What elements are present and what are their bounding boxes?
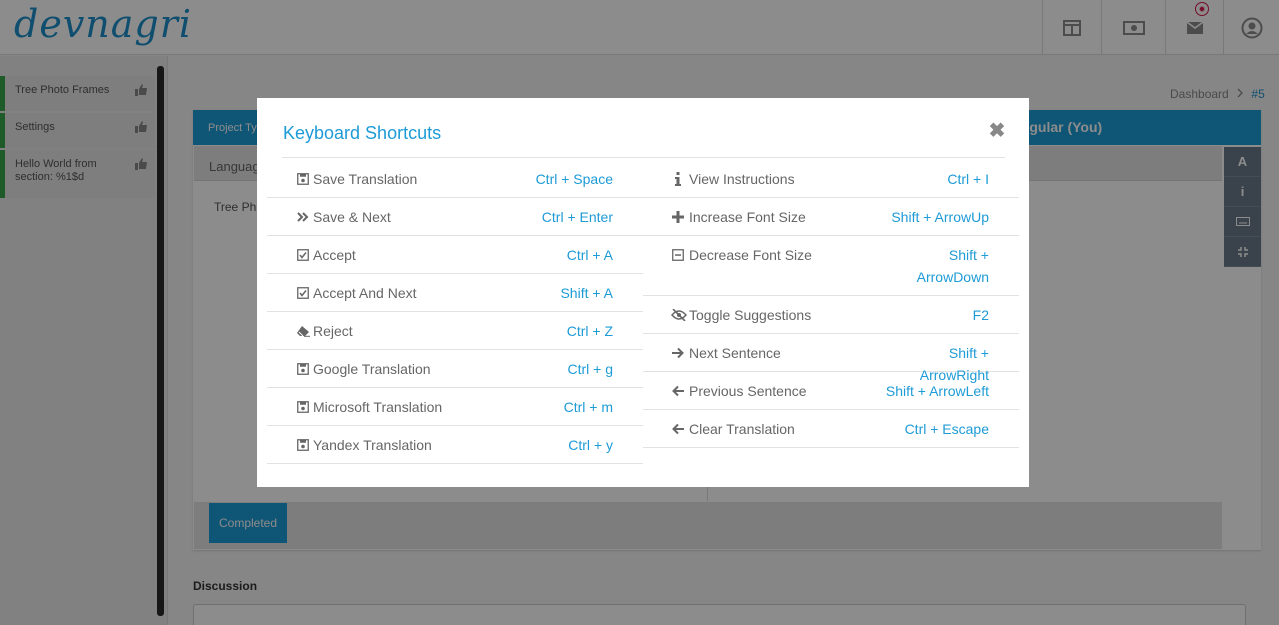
check-square-icon: [296, 285, 310, 301]
shortcut-key: Shift + ArrowUp: [891, 209, 989, 225]
shortcut-key: Ctrl + Z: [566, 323, 613, 339]
save-icon: [296, 399, 310, 415]
shortcut-label: Toggle Suggestions: [689, 307, 812, 323]
shortcut-key: Shift + ArrowDown: [916, 247, 989, 285]
shortcut-label: Decrease Font Size: [689, 247, 812, 263]
plus-icon: [671, 209, 685, 225]
shortcut-key: Ctrl + I: [947, 171, 989, 187]
shortcut-row: Next Sentence Shift + ArrowRight: [643, 334, 1019, 383]
shortcut-label: Clear Translation: [689, 421, 795, 437]
shortcut-label: Next Sentence: [689, 345, 781, 361]
arrow-left-icon: [671, 383, 685, 399]
shortcut-label: Previous Sentence: [689, 383, 807, 399]
keyboard-shortcuts-modal: Keyboard Shortcuts ✖ Save Translation Ct…: [257, 98, 1029, 487]
shortcut-row: Decrease Font Size Shift + ArrowDown: [643, 236, 1019, 296]
shortcut-key: Ctrl + Enter: [541, 209, 613, 225]
check-square-icon: [296, 247, 310, 263]
shortcut-row: Previous Sentence Shift + ArrowLeft: [643, 372, 1019, 410]
shortcut-row: Yandex Translation Ctrl + y: [267, 426, 643, 464]
save-icon: [296, 171, 310, 187]
shortcut-row: Increase Font Size Shift + ArrowUp: [643, 198, 1019, 236]
shortcut-key: F2: [972, 307, 989, 323]
shortcut-row: Save & Next Ctrl + Enter: [267, 198, 643, 236]
shortcut-row: Accept And Next Shift + A: [267, 274, 643, 312]
modal-title: Keyboard Shortcuts: [283, 123, 442, 143]
shortcut-row: Reject Ctrl + Z: [267, 312, 643, 350]
title-divider: [282, 157, 1005, 158]
save-icon: [296, 361, 310, 377]
shortcut-key: Ctrl + m: [563, 399, 613, 415]
shortcut-key: Ctrl + y: [568, 437, 613, 453]
shortcut-row: Save Translation Ctrl + Space: [267, 160, 643, 198]
shortcut-key: Ctrl + A: [566, 247, 613, 263]
save-icon: [296, 437, 310, 453]
shortcut-key: Ctrl + Escape: [904, 421, 989, 437]
shortcuts-right-column: View Instructions Ctrl + I Increase Font…: [643, 160, 1019, 448]
shortcut-row: Accept Ctrl + A: [267, 236, 643, 274]
eraser-icon: [296, 323, 310, 339]
shortcut-label: Save Translation: [313, 171, 418, 187]
double-chevron-right-icon: [296, 209, 310, 225]
shortcut-row: View Instructions Ctrl + I: [643, 160, 1019, 198]
shortcut-key: Shift + ArrowLeft: [885, 383, 989, 399]
shortcut-label: Increase Font Size: [689, 209, 806, 225]
info-icon: [671, 171, 685, 187]
shortcut-label: Yandex Translation: [313, 437, 432, 453]
minus-square-icon: [671, 247, 685, 263]
eye-slash-icon: [671, 307, 687, 323]
shortcut-row: Toggle Suggestions F2: [643, 296, 1019, 334]
shortcut-row: Microsoft Translation Ctrl + m: [267, 388, 643, 426]
shortcut-key: Ctrl + g: [567, 361, 613, 377]
arrow-right-icon: [671, 345, 685, 361]
shortcut-key: Ctrl + Space: [535, 171, 613, 187]
shortcut-key: Shift + A: [560, 285, 613, 301]
shortcut-label: View Instructions: [689, 171, 795, 187]
shortcut-row: Google Translation Ctrl + g: [267, 350, 643, 388]
shortcut-label: Save & Next: [313, 209, 391, 225]
shortcut-label: Accept: [313, 247, 356, 263]
shortcut-label: Reject: [313, 323, 353, 339]
shortcut-label: Accept And Next: [313, 285, 417, 301]
shortcuts-left-column: Save Translation Ctrl + Space Save & Nex…: [267, 160, 643, 464]
close-icon[interactable]: ✖: [988, 121, 1006, 141]
shortcut-row: Clear Translation Ctrl + Escape: [643, 410, 1019, 448]
arrow-left-icon: [671, 421, 685, 437]
shortcut-label: Microsoft Translation: [313, 399, 443, 415]
shortcut-label: Google Translation: [313, 361, 431, 377]
